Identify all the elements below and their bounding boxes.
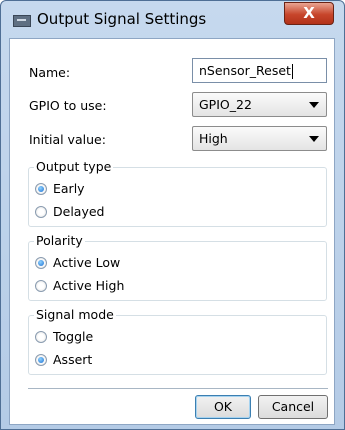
radio-selected-icon: [35, 182, 47, 195]
radio-selected-icon: [35, 353, 47, 366]
title-bar[interactable]: Output Signal Settings X: [1, 1, 344, 39]
cancel-button[interactable]: Cancel: [258, 395, 328, 419]
button-separator: [28, 388, 328, 389]
radio-unselected-icon: [35, 205, 47, 218]
gpio-label: GPIO to use:: [29, 98, 107, 113]
radio-toggle-label: Toggle: [53, 329, 94, 344]
chevron-down-icon: [309, 102, 319, 108]
radio-active-low-label: Active Low: [53, 255, 121, 270]
window-title: Output Signal Settings: [37, 10, 207, 28]
radio-active-high-label: Active High: [53, 278, 125, 293]
chevron-down-icon: [309, 136, 319, 142]
radio-active-high[interactable]: Active High: [35, 278, 124, 293]
radio-active-low[interactable]: Active Low: [35, 255, 120, 270]
radio-unselected-icon: [35, 279, 47, 292]
name-input[interactable]: nSensor_Reset: [192, 58, 327, 83]
ok-button[interactable]: OK: [195, 395, 251, 419]
initial-value-select-value: High: [199, 131, 228, 146]
output-type-title: Output type: [34, 159, 114, 174]
name-label: Name:: [29, 65, 71, 80]
gpio-select-value: GPIO_22: [199, 97, 252, 112]
radio-toggle[interactable]: Toggle: [35, 329, 93, 344]
signal-mode-group: Signal mode Toggle Assert: [28, 307, 327, 375]
app-icon: [13, 15, 31, 27]
close-button[interactable]: X: [284, 2, 334, 25]
initial-value-select[interactable]: High: [192, 126, 327, 151]
radio-delayed-label: Delayed: [53, 204, 105, 219]
text-cursor: [291, 64, 293, 79]
signal-mode-title: Signal mode: [34, 307, 116, 322]
gpio-select[interactable]: GPIO_22: [192, 92, 327, 117]
radio-delayed[interactable]: Delayed: [35, 204, 104, 219]
radio-early-label: Early: [53, 181, 85, 196]
initial-value-label: Initial value:: [29, 132, 106, 147]
radio-assert[interactable]: Assert: [35, 352, 92, 367]
radio-assert-label: Assert: [53, 352, 93, 367]
output-type-group: Output type Early Delayed: [28, 159, 327, 227]
radio-early[interactable]: Early: [35, 181, 85, 196]
polarity-group: Polarity Active Low Active High: [28, 233, 327, 301]
radio-selected-icon: [35, 256, 47, 269]
polarity-title: Polarity: [34, 233, 85, 248]
name-input-value: nSensor_Reset: [199, 63, 291, 78]
radio-unselected-icon: [35, 330, 47, 343]
